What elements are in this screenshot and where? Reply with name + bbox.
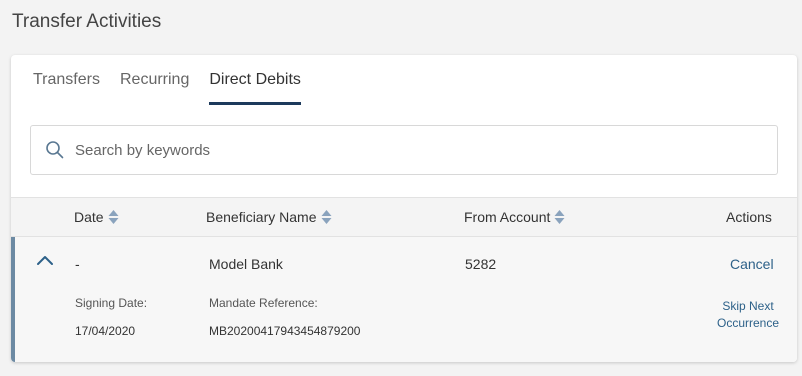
tab-recurring[interactable]: Recurring [120,71,189,105]
sort-icon [554,210,565,224]
column-header-actions: Actions [726,209,772,225]
cancel-button[interactable]: Cancel [730,256,774,272]
skip-next-occurrence-button[interactable]: Skip Next Occurrence [713,298,783,332]
table-header: Date Beneficiary Name From Account Actio… [11,197,797,237]
tab-direct-debits[interactable]: Direct Debits [209,71,301,105]
sort-icon [108,210,119,224]
signing-date-value: 17/04/2020 [75,324,136,338]
search-icon [46,141,64,159]
signing-date-label: Signing Date: [75,296,148,310]
row-beneficiary: Model Bank [209,256,283,272]
row-from-account: 5282 [465,256,497,272]
search-box [30,125,778,175]
tab-bar: Transfers Recurring Direct Debits [33,71,301,105]
mandate-reference-value: MB20200417943454879200 [209,324,361,338]
sort-icon [321,210,331,224]
row-date: - [75,256,80,272]
mandate-reference-label: Mandate Reference: [209,296,318,310]
skip-next-label-line1: Skip Next [722,299,774,313]
column-header-from-account-label: From Account [464,209,551,225]
column-header-date-label: Date [74,209,104,225]
transfer-activities-card: Transfers Recurring Direct Debits Date B… [11,55,797,362]
table-row: - Model Bank 5282 Cancel Signing Date: 1… [11,237,797,362]
tab-transfers[interactable]: Transfers [33,71,100,105]
column-header-beneficiary-label: Beneficiary Name [206,209,317,225]
skip-next-label-line2: Occurrence [716,316,780,330]
column-header-from-account[interactable]: From Account [464,209,565,225]
search-input[interactable] [75,141,755,159]
column-header-beneficiary[interactable]: Beneficiary Name [206,209,332,225]
chevron-up-icon[interactable] [36,254,54,266]
page-title: Transfer Activities [12,11,162,32]
column-header-date[interactable]: Date [74,209,119,225]
